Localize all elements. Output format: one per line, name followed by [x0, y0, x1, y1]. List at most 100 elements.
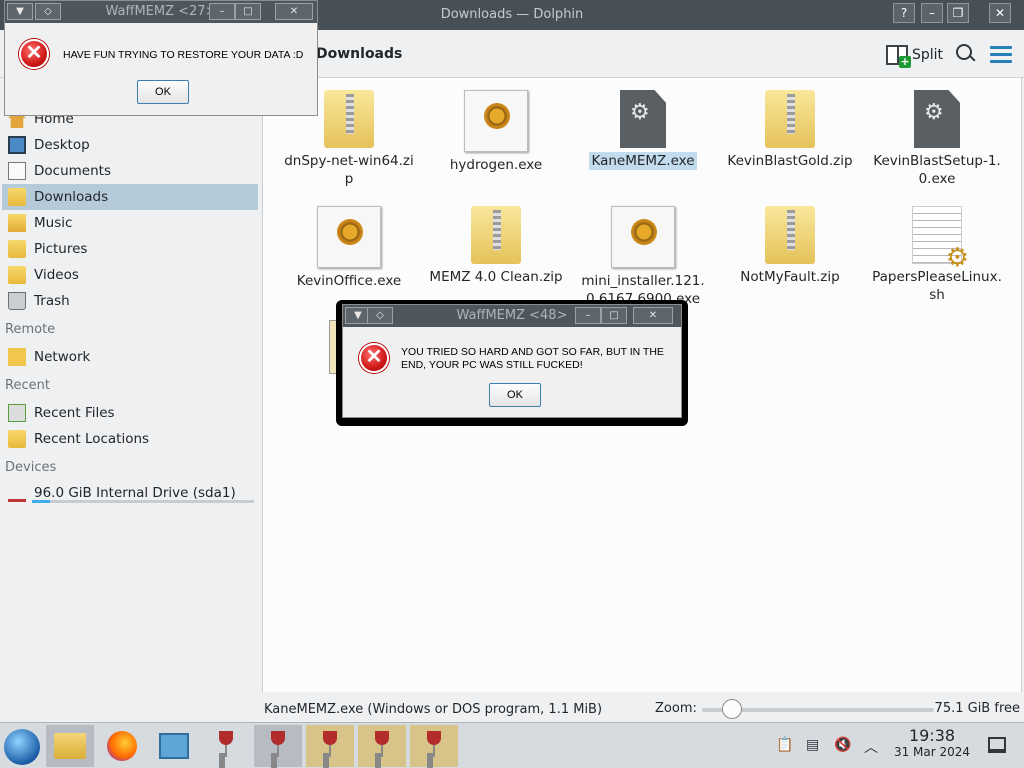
file-item-selected[interactable]: KaneMEMZ.exe — [573, 90, 713, 170]
free-space: 75.1 GiB free — [934, 701, 1020, 716]
remote-heading: Remote — [5, 322, 56, 337]
file-item[interactable]: hydrogen.exe — [426, 90, 566, 174]
file-item[interactable]: PapersPleaseLinux.sh — [867, 206, 1007, 304]
zip-icon — [765, 206, 815, 264]
error-icon: ✕ — [19, 39, 49, 69]
sidebar-item-downloads[interactable]: Downloads — [2, 184, 258, 210]
sidebar-item-videos[interactable]: Videos — [2, 262, 258, 288]
sidebar-item-label: Trash — [34, 293, 70, 309]
sidebar-item-label: Desktop — [34, 137, 90, 153]
sidebar-item-network[interactable]: Network — [2, 344, 258, 370]
wine-exe-icon — [464, 90, 528, 152]
dialog-titlebar[interactable]: WaffMEMZ <48> ▼ ◇ – □ ✕ — [343, 305, 681, 327]
system-settings-icon — [159, 733, 189, 759]
keep-above-icon[interactable]: ◇ — [35, 3, 61, 20]
exe-icon — [620, 90, 666, 148]
file-name: dnSpy-net-win64.zip — [284, 153, 414, 187]
sidebar-item-pictures[interactable]: Pictures — [2, 236, 258, 262]
wine-icon — [321, 731, 339, 761]
show-desktop-icon[interactable] — [988, 737, 1006, 753]
music-icon — [8, 214, 26, 232]
file-item[interactable]: KevinOffice.exe — [279, 206, 419, 290]
chevron-up-icon[interactable]: ︿ — [864, 737, 878, 757]
minimize-button[interactable]: – — [921, 3, 943, 23]
status-bar: KaneMEMZ.exe (Windows or DOS program, 1.… — [262, 696, 1024, 722]
recent-heading: Recent — [5, 378, 50, 393]
file-name: KevinOffice.exe — [296, 273, 402, 289]
maximize-button[interactable]: □ — [235, 3, 261, 20]
maximize-button[interactable]: ❐ — [947, 3, 969, 23]
file-item[interactable]: NotMyFault.zip — [720, 206, 860, 286]
wine-icon — [373, 731, 391, 761]
clipboard-icon[interactable]: 📋 — [776, 737, 793, 753]
sidebar-item-recent-locations[interactable]: Recent Locations — [2, 426, 258, 452]
error-dialog-2: WaffMEMZ <48> ▼ ◇ – □ ✕ ✕ YOU TRIED SO H… — [342, 304, 682, 418]
sidebar-item-recent-files[interactable]: Recent Files — [2, 400, 258, 426]
dialog-titlebar[interactable]: WaffMEMZ <27> ▼ ◇ – □ ✕ — [5, 1, 317, 23]
task-dolphin[interactable] — [46, 725, 94, 767]
task-wine-4[interactable] — [358, 725, 406, 767]
file-item[interactable]: mini_installer.121.0.6167.6900.exe — [573, 206, 713, 308]
file-name: KevinBlastSetup-1.0.exe — [873, 153, 1001, 187]
start-menu-button[interactable] — [4, 729, 40, 765]
zoom-slider-handle[interactable] — [722, 699, 742, 719]
documents-icon — [8, 162, 26, 180]
ok-button[interactable]: OK — [489, 383, 541, 407]
places-sidebar: Home Desktop Documents Downloads Music P… — [0, 78, 262, 722]
pictures-icon — [8, 240, 26, 258]
sidebar-item-label: Recent Files — [34, 405, 115, 421]
sidebar-item-trash[interactable]: Trash — [2, 288, 258, 314]
sidebar-item-music[interactable]: Music — [2, 210, 258, 236]
minimize-button[interactable]: – — [209, 3, 235, 20]
file-item[interactable]: KevinBlastGold.zip — [720, 90, 860, 170]
breadcrumb[interactable]: Downloads — [316, 46, 402, 62]
close-button[interactable]: ✕ — [275, 3, 313, 20]
status-text: KaneMEMZ.exe (Windows or DOS program, 1.… — [264, 701, 603, 717]
clock[interactable]: 19:38 31 Mar 2024 — [890, 726, 974, 759]
drive-capacity-bar — [32, 500, 254, 503]
sidebar-item-label: Videos — [34, 267, 79, 283]
file-name: KaneMEMZ.exe — [589, 152, 697, 170]
dialog-title: WaffMEMZ <48> — [456, 308, 568, 323]
search-icon[interactable] — [954, 42, 978, 66]
wine-icon — [217, 731, 235, 761]
split-view-icon: + — [886, 45, 911, 68]
wine-icon — [269, 731, 287, 761]
help-button[interactable]: ? — [893, 3, 915, 23]
split-label: Split — [912, 47, 944, 63]
sidebar-item-label: Downloads — [34, 189, 109, 205]
close-button[interactable]: ✕ — [633, 307, 673, 324]
ok-button[interactable]: OK — [137, 80, 189, 104]
volume-muted-icon[interactable]: 🔇 — [834, 737, 851, 753]
sidebar-item-label: 96.0 GiB Internal Drive (sda1) — [34, 485, 236, 501]
file-name: hydrogen.exe — [449, 157, 543, 173]
maximize-button[interactable]: □ — [601, 307, 627, 324]
task-wine-5[interactable] — [410, 725, 458, 767]
sidebar-item-label: Recent Locations — [34, 431, 150, 447]
devices-heading: Devices — [5, 460, 57, 475]
file-item[interactable]: MEMZ 4.0 Clean.zip — [426, 206, 566, 286]
close-button[interactable]: ✕ — [989, 3, 1011, 23]
task-system-settings[interactable] — [150, 725, 198, 767]
dialog-message: YOU TRIED SO HARD AND GOT SO FAR, BUT IN… — [401, 346, 664, 371]
split-button[interactable]: + Split — [886, 42, 943, 68]
task-wine-1[interactable] — [202, 725, 250, 767]
task-wine-3[interactable] — [306, 725, 354, 767]
zoom-label: Zoom: — [655, 701, 697, 716]
clock-date: 31 Mar 2024 — [893, 745, 971, 759]
sidebar-item-documents[interactable]: Documents — [2, 158, 258, 184]
task-firefox[interactable] — [98, 725, 146, 767]
error-dialog-1: WaffMEMZ <27> ▼ ◇ – □ ✕ ✕ HAVE FUN TRYIN… — [4, 0, 318, 116]
keep-above-icon[interactable]: ◇ — [367, 307, 393, 324]
file-item[interactable]: KevinBlastSetup-1.0.exe — [867, 90, 1007, 188]
task-wine-2[interactable] — [254, 725, 302, 767]
sidebar-item-desktop[interactable]: Desktop — [2, 132, 258, 158]
notifications-icon[interactable]: ▤ — [806, 737, 819, 753]
sidebar-item-label: Documents — [34, 163, 111, 179]
minimize-button[interactable]: – — [575, 307, 601, 324]
folder-icon — [54, 733, 86, 759]
downloads-icon — [8, 188, 26, 206]
hamburger-menu-icon[interactable] — [990, 46, 1012, 64]
dialog-message: HAVE FUN TRYING TO RESTORE YOUR DATA :D — [63, 49, 304, 61]
videos-icon — [8, 266, 26, 284]
